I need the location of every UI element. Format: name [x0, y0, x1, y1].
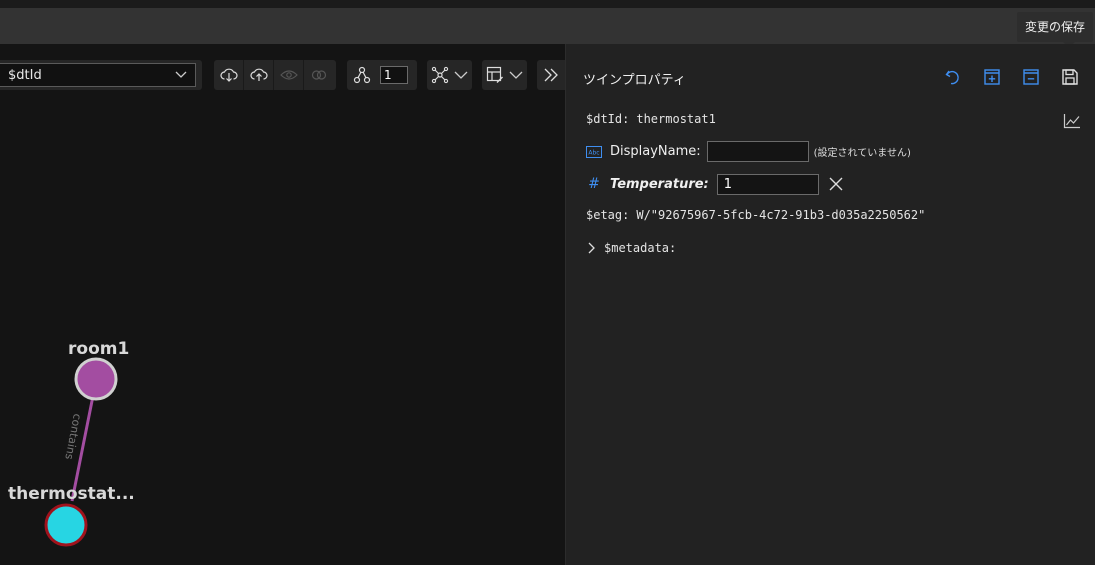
node-label-thermostat: thermostat...	[8, 484, 135, 504]
undo-button[interactable]	[942, 66, 964, 88]
collapse-all-button[interactable]	[1020, 66, 1042, 88]
displayname-input[interactable]	[706, 141, 809, 162]
save-icon	[1062, 69, 1078, 85]
dtid-row: $dtId: thermostat1	[586, 112, 716, 126]
temperature-row: # Temperature: 1	[586, 173, 847, 195]
twin-properties-panel: ツインプロパティ $dtId: thermostat1 Abc DisplayN	[565, 44, 1095, 565]
metadata-label: $metadata:	[604, 241, 677, 255]
title-strip	[0, 0, 1095, 8]
save-changes-tooltip: 変更の保存	[1016, 12, 1093, 48]
dtid-label: $dtId:	[586, 112, 630, 126]
svg-text:Abc: Abc	[588, 149, 599, 156]
etag-value: W/"92675967-5fcb-4c72-91b3-d035a2250562"	[636, 208, 926, 222]
save-changes-button[interactable]	[1059, 66, 1081, 88]
graph-node-thermostat1[interactable]	[44, 503, 88, 547]
string-type-icon: Abc	[586, 145, 602, 158]
displayname-unset-note: (設定されていません)	[813, 148, 911, 159]
chevron-right-icon[interactable]	[586, 242, 596, 254]
dtid-value: thermostat1	[636, 112, 716, 126]
displayname-row: Abc DisplayName: (設定されていません)	[586, 141, 911, 162]
etag-row: $etag: W/"92675967-5fcb-4c72-91b3-d035a2…	[586, 208, 925, 222]
line-chart-icon	[1063, 114, 1080, 129]
graph-node-room1[interactable]	[74, 357, 118, 401]
app-window: 変更の保存 $dtId 1 room1 contains thermostat.…	[0, 0, 1095, 565]
collapse-all-icon	[1023, 69, 1039, 85]
remove-property-button[interactable]	[825, 173, 847, 195]
expand-all-button[interactable]	[981, 66, 1003, 88]
expand-all-icon	[984, 69, 1000, 85]
panel-actions	[942, 66, 1081, 88]
metadata-row[interactable]: $metadata:	[586, 241, 676, 255]
top-bar	[0, 8, 1095, 44]
displayname-label: DisplayName:	[610, 144, 701, 159]
etag-label: $etag:	[586, 208, 630, 222]
temperature-label: Temperature:	[610, 176, 709, 192]
node-label-room1: room1	[68, 339, 130, 359]
undo-icon	[945, 70, 959, 85]
close-icon	[829, 177, 843, 191]
temperature-input[interactable]: 1	[716, 173, 819, 195]
graph-viewer[interactable]: $dtId 1 room1 contains thermostat...	[0, 44, 565, 565]
number-type-icon: #	[588, 176, 600, 192]
property-history-button[interactable]	[1061, 110, 1083, 132]
panel-title: ツインプロパティ	[583, 73, 686, 88]
